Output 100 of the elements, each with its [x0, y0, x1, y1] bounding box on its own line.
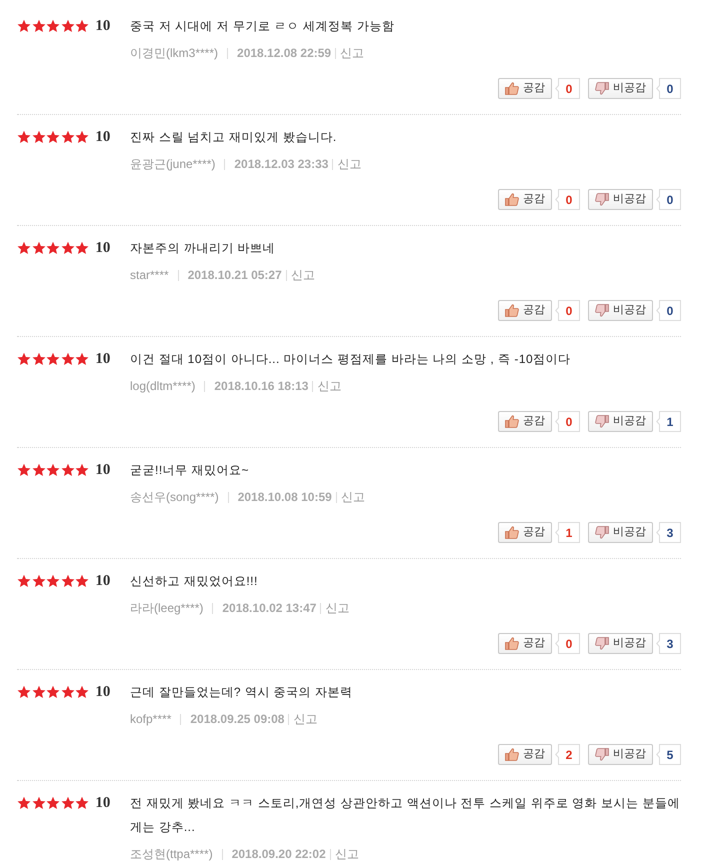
- star-icon: [60, 463, 75, 477]
- star-icon: [46, 574, 60, 588]
- rating-score: 10: [95, 128, 110, 147]
- star-icon: [75, 352, 90, 366]
- like-count: 0: [555, 411, 580, 432]
- star-icon: [32, 19, 46, 33]
- rating-score: 10: [95, 350, 110, 369]
- review-date: 2018.10.08 10:59: [238, 489, 332, 505]
- star-icon: [32, 352, 46, 366]
- rating-score: 10: [95, 683, 110, 702]
- author-name: star****: [130, 267, 169, 283]
- star-icon: [17, 796, 31, 810]
- review-text: 신선하고 재밌었어요!!!: [130, 573, 258, 590]
- star-icon: [75, 19, 90, 33]
- thumbs-down-icon: [595, 748, 609, 761]
- star-icon: [46, 130, 60, 144]
- review-date: 2018.12.08 22:59: [237, 45, 332, 61]
- thumbs-up-icon: [505, 526, 519, 539]
- star-icon: [17, 685, 31, 699]
- author-name: kofp****: [130, 711, 172, 727]
- star-icon: [75, 685, 90, 699]
- star-icon: [32, 130, 46, 144]
- star-icon: [32, 241, 46, 255]
- review-text: 근데 잘만들었는데? 역시 중국의 자본력: [130, 684, 353, 701]
- review-text: 중국 저 시대에 저 무기로 ㄹㅇ 세계정복 가능함: [130, 18, 394, 35]
- author-name: 이경민(lkm3****): [130, 45, 218, 61]
- thumbs-down-icon: [595, 415, 609, 428]
- dislike-button[interactable]: 비공감: [588, 189, 653, 210]
- dislike-count: 1: [656, 411, 681, 432]
- star-icon: [46, 352, 60, 366]
- like-count: 0: [555, 189, 580, 210]
- thumbs-down-icon: [595, 637, 609, 650]
- review-text: 자본주의 까내리기 바쁘네: [130, 240, 276, 257]
- dislike-button[interactable]: 비공감: [588, 744, 653, 765]
- dislike-button[interactable]: 비공감: [588, 633, 653, 654]
- dislike-count: 0: [656, 78, 681, 99]
- dislike-button[interactable]: 비공감: [588, 522, 653, 543]
- star-icon: [60, 241, 75, 255]
- review-text: 이건 절대 10점이 아니다... 마이너스 평점제를 바라는 나의 소망 , 즉 -10점이다: [130, 351, 571, 368]
- star-icon: [60, 19, 75, 33]
- star-icon: [46, 463, 60, 477]
- like-count: 0: [555, 300, 580, 321]
- review-text: 전 재밌게 봤네요 ㅋㅋ 스토리,개연성 상관안하고 액션이나 전투 스케일 위주로 영화 보시는 분들에게는 강추...: [130, 795, 681, 836]
- author-name: 윤광근(june****): [130, 156, 216, 172]
- dislike-count: 5: [656, 744, 681, 765]
- like-button[interactable]: 공감: [498, 522, 552, 543]
- rating-score: 10: [95, 461, 110, 480]
- review-date: 2018.09.25 09:08: [190, 711, 284, 727]
- star-icon: [17, 463, 31, 477]
- like-count: 0: [555, 633, 580, 654]
- review-text: 진짜 스릴 넘치고 재미있게 봤습니다.: [130, 129, 337, 146]
- star-icon: [46, 19, 60, 33]
- star-icon: [46, 241, 60, 255]
- star-icon: [60, 685, 75, 699]
- dislike-count: 3: [656, 633, 681, 654]
- star-icon: [75, 574, 90, 588]
- star-icon: [17, 574, 31, 588]
- star-icon: [60, 574, 75, 588]
- star-icon: [46, 685, 60, 699]
- star-icon: [46, 796, 60, 810]
- thumbs-up-icon: [505, 304, 519, 317]
- review-date: 2018.10.21 05:27: [188, 267, 282, 283]
- like-button[interactable]: 공감: [498, 78, 552, 99]
- star-icon: [17, 130, 31, 144]
- author-name: 라라(leeg****): [130, 600, 204, 616]
- author-name: 송선우(song****): [130, 489, 219, 505]
- star-icon: [32, 685, 46, 699]
- like-button[interactable]: 공감: [498, 633, 552, 654]
- like-button[interactable]: 공감: [498, 189, 552, 210]
- star-icon: [32, 796, 46, 810]
- thumbs-down-icon: [595, 193, 609, 206]
- star-icon: [75, 241, 90, 255]
- like-button[interactable]: 공감: [498, 411, 552, 432]
- dislike-count: 0: [656, 189, 681, 210]
- thumbs-up-icon: [505, 415, 519, 428]
- review-text: 굳굳!!너무 재밌어요~: [130, 462, 250, 479]
- thumbs-down-icon: [595, 304, 609, 317]
- dislike-button[interactable]: 비공감: [588, 78, 653, 99]
- dislike-button[interactable]: 비공감: [588, 411, 653, 432]
- star-icon: [17, 241, 31, 255]
- thumbs-down-icon: [595, 82, 609, 95]
- star-icon: [75, 130, 90, 144]
- star-icon: [60, 352, 75, 366]
- star-icon: [17, 19, 31, 33]
- review-date: 2018.12.03 23:33: [234, 156, 328, 172]
- rating-score: 10: [95, 239, 110, 258]
- like-button[interactable]: 공감: [498, 300, 552, 321]
- thumbs-up-icon: [505, 193, 519, 206]
- thumbs-down-icon: [595, 526, 609, 539]
- star-icon: [32, 574, 46, 588]
- thumbs-up-icon: [505, 637, 519, 650]
- dislike-button[interactable]: 비공감: [588, 300, 653, 321]
- dislike-count: 3: [656, 522, 681, 543]
- review-date: 2018.10.16 18:13: [214, 378, 308, 394]
- star-icon: [75, 463, 90, 477]
- star-icon: [75, 796, 90, 810]
- star-icon: [60, 130, 75, 144]
- like-button[interactable]: 공감: [498, 744, 552, 765]
- star-icon: [60, 796, 75, 810]
- review-date: 2018.10.02 13:47: [222, 600, 316, 616]
